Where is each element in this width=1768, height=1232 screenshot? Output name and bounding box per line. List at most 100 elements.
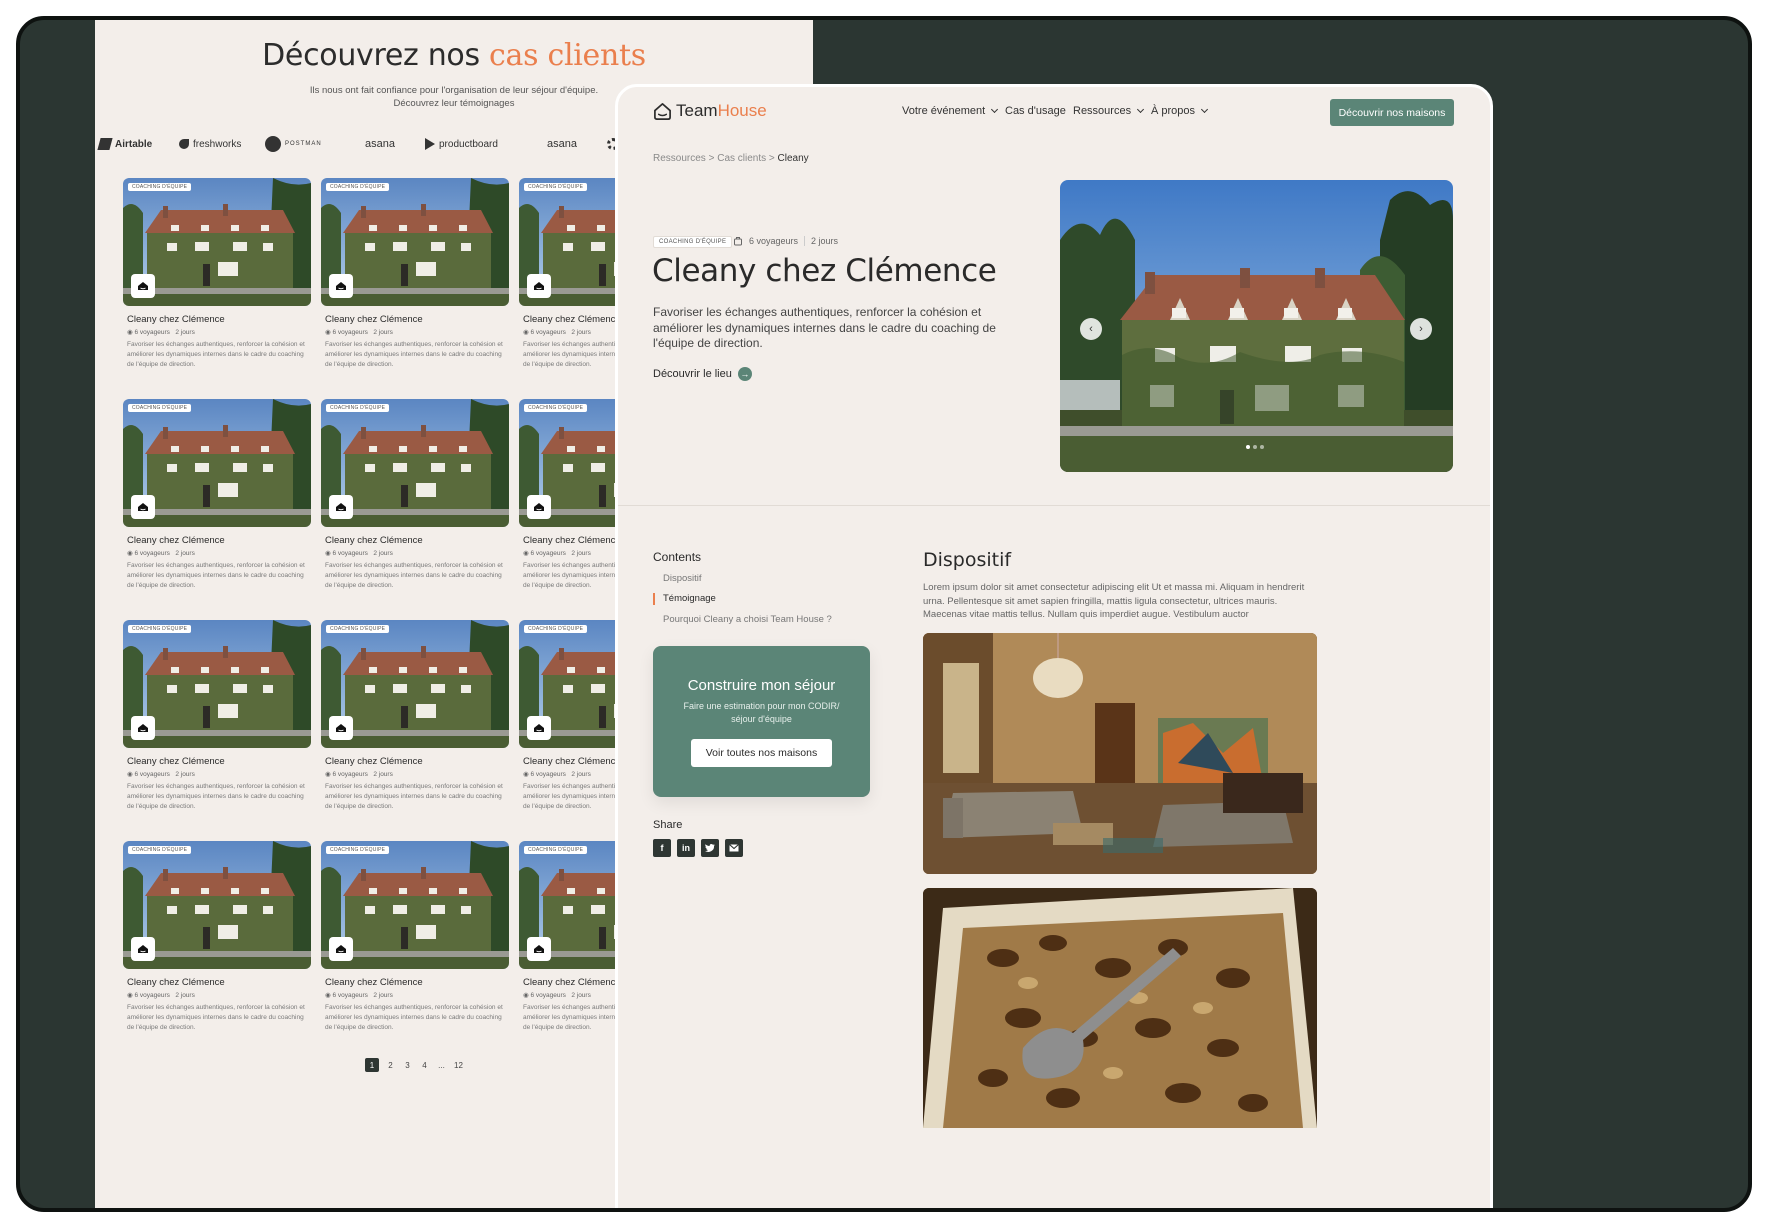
card-description: Favoriser les échanges authentiques, ren… (127, 1004, 305, 1031)
postman-icon (265, 136, 281, 152)
card-meta: ◉ 6 voyageurs 2 jours (523, 329, 591, 336)
promo-subtitle: Faire une estimation pour mon CODIR/ séj… (683, 701, 840, 724)
share-buttons: f in (653, 839, 743, 857)
manor-house-photo (1060, 191, 1453, 472)
arrow-right-icon: → (737, 367, 752, 381)
promo-title: Construire mon séjour (687, 677, 836, 694)
screenshot-frame: Découvrez nos cas clients Ils nous ont f… (16, 16, 1752, 1212)
see-all-houses-button[interactable]: Voir toutes nos maisons (691, 739, 832, 767)
card-description: Favoriser les échanges authentiques, ren… (127, 341, 305, 368)
freshworks-logo: freshworks (179, 133, 241, 155)
card-description: Favoriser les échanges authentiques, ren… (325, 1004, 503, 1031)
nav-ressources[interactable]: Ressources (1073, 105, 1145, 117)
case-study-card[interactable]: COACHING D'ÉQUIPE Cleany chez Clémence ◉ 6… (321, 178, 509, 378)
manor-house-thumbnail: COACHING D'ÉQUIPE (321, 178, 509, 306)
brand-badge-icon (527, 937, 551, 961)
toc-item-dispositif[interactable]: Dispositif (663, 573, 702, 584)
manor-house-thumbnail: COACHING D'ÉQUIPE (321, 841, 509, 969)
nav-votre-evenement[interactable]: Votre événement (902, 105, 999, 117)
nav-cas-usage[interactable]: Cas d'usage (1005, 105, 1066, 117)
category-tag: COACHING D'ÉQUIPE (128, 846, 192, 854)
category-tag: COACHING D'ÉQUIPE (326, 846, 390, 854)
facebook-icon[interactable]: f (653, 839, 671, 857)
card-title: Cleany chez Clémence (325, 535, 423, 546)
category-tag: COACHING D'ÉQUIPE (524, 625, 588, 633)
hero-description: Favoriser les échanges authentiques, ren… (653, 305, 996, 350)
manor-house-thumbnail: COACHING D'ÉQUIPE (123, 620, 311, 748)
breadcrumb-ressources[interactable]: Ressources (653, 153, 706, 164)
manor-house-thumbnail: COACHING D'ÉQUIPE (123, 178, 311, 306)
card-meta: ◉ 6 voyageurs 2 jours (127, 550, 195, 557)
case-study-card[interactable]: COACHING D'ÉQUIPE Cleany chez Clémence ◉ 6… (123, 841, 311, 1041)
discover-houses-button[interactable]: Découvrir nos maisons (1330, 99, 1454, 126)
share-heading: Share (653, 819, 683, 831)
nav-a-propos[interactable]: À propos (1151, 105, 1209, 117)
chevron-down-icon (1200, 105, 1209, 114)
case-study-card[interactable]: COACHING D'ÉQUIPE Cleany chez Clémence ◉ 6… (123, 178, 311, 378)
card-meta: ◉ 6 voyageurs 2 jours (523, 992, 591, 999)
category-tag: COACHING D'ÉQUIPE (524, 846, 588, 854)
case-study-card[interactable]: COACHING D'ÉQUIPE Cleany chez Clémence ◉ 6… (321, 620, 509, 820)
card-title: Cleany chez Clémence (127, 977, 225, 988)
card-meta: ◉ 6 voyageurs 2 jours (127, 329, 195, 336)
carousel-dot[interactable] (1246, 445, 1250, 449)
case-study-detail-page: Team House Votre événement Cas d'usage Re… (615, 84, 1493, 1208)
category-tag: COACHING D'ÉQUIPE (326, 183, 390, 191)
card-meta: ◉ 6 voyageurs 2 jours (523, 550, 591, 557)
card-meta: ◉ 6 voyageurs 2 jours (523, 771, 591, 778)
card-title: Cleany chez Clémence (523, 535, 621, 546)
case-study-card[interactable]: COACHING D'ÉQUIPE Cleany chez Clémence ◉ 6… (123, 620, 311, 820)
category-tag: COACHING D'ÉQUIPE (128, 404, 192, 412)
carousel-dot[interactable] (1260, 445, 1264, 449)
page-ellipsis: ... (438, 1060, 445, 1070)
case-study-card[interactable]: COACHING D'ÉQUIPE Cleany chez Clémence ◉ 6… (123, 399, 311, 599)
card-description: Favoriser les échanges authentiques, ren… (325, 783, 503, 810)
card-meta: ◉ 6 voyageurs 2 jours (325, 329, 393, 336)
carousel-dot[interactable] (1253, 445, 1257, 449)
carousel-next-button[interactable]: › (1410, 318, 1432, 340)
carousel-prev-button[interactable]: ‹ (1080, 318, 1102, 340)
case-study-card[interactable]: COACHING D'ÉQUIPE Cleany chez Clémence ◉ 6… (321, 841, 509, 1041)
house-icon (654, 102, 671, 120)
top-navigation: Team House Votre événement Cas d'usage Re… (618, 87, 1490, 139)
mail-icon[interactable] (725, 839, 743, 857)
breadcrumb-cas-clients[interactable]: Cas clients (717, 153, 766, 164)
brand-badge-icon (329, 937, 353, 961)
brand-badge-icon (527, 716, 551, 740)
category-tag: COACHING D'ÉQUIPE (524, 404, 588, 412)
teamhouse-logo[interactable]: Team House (653, 101, 767, 121)
toc-item-pourquoi[interactable]: Pourquoi Cleany a choisi Team House ? (663, 614, 832, 625)
manor-house-thumbnail: COACHING D'ÉQUIPE (123, 841, 311, 969)
breadcrumb-current: Cleany (777, 153, 809, 164)
page-12[interactable]: 12 (450, 1058, 467, 1072)
travelers-count: 6 voyageurs (749, 236, 799, 246)
page-3[interactable]: 3 (399, 1058, 416, 1072)
brand-badge-icon (527, 274, 551, 298)
postman-logo: POSTMAN (265, 133, 322, 155)
brand-badge-icon (131, 716, 155, 740)
carousel-dots[interactable] (1246, 445, 1264, 449)
category-tag: COACHING D'ÉQUIPE (326, 625, 390, 633)
card-description: Favoriser les échanges authentiques, ren… (325, 562, 503, 589)
case-study-card[interactable]: COACHING D'ÉQUIPE Cleany chez Clémence ◉ 6… (321, 399, 509, 599)
section-divider (618, 505, 1490, 506)
linkedin-icon[interactable]: in (677, 839, 695, 857)
twitter-icon[interactable] (701, 839, 719, 857)
card-description: Favoriser les échanges authentiques, ren… (127, 562, 305, 589)
page-1[interactable]: 1 (365, 1058, 379, 1072)
category-tag: COACHING D'ÉQUIPE (326, 404, 390, 412)
toc-item-temoignage[interactable]: Témoignage (663, 593, 716, 604)
discover-place-link[interactable]: Découvrir le lieu → (653, 367, 752, 381)
card-meta: ◉ 6 voyageurs 2 jours (325, 992, 393, 999)
category-tag: COACHING D'ÉQUIPE (653, 236, 733, 248)
page-4[interactable]: 4 (416, 1058, 433, 1072)
productboard-icon (425, 138, 435, 150)
manor-house-thumbnail: COACHING D'ÉQUIPE (123, 399, 311, 527)
card-title: Cleany chez Clémence (325, 977, 423, 988)
page-2[interactable]: 2 (382, 1058, 399, 1072)
brand-badge-icon (527, 495, 551, 519)
card-description: Favoriser les échanges authentiques, ren… (325, 341, 503, 368)
card-title: Cleany chez Clémence (127, 535, 225, 546)
section-text: Lorem ipsum dolor sit amet consectetur a… (923, 582, 1305, 620)
category-tag: COACHING D'ÉQUIPE (128, 625, 192, 633)
